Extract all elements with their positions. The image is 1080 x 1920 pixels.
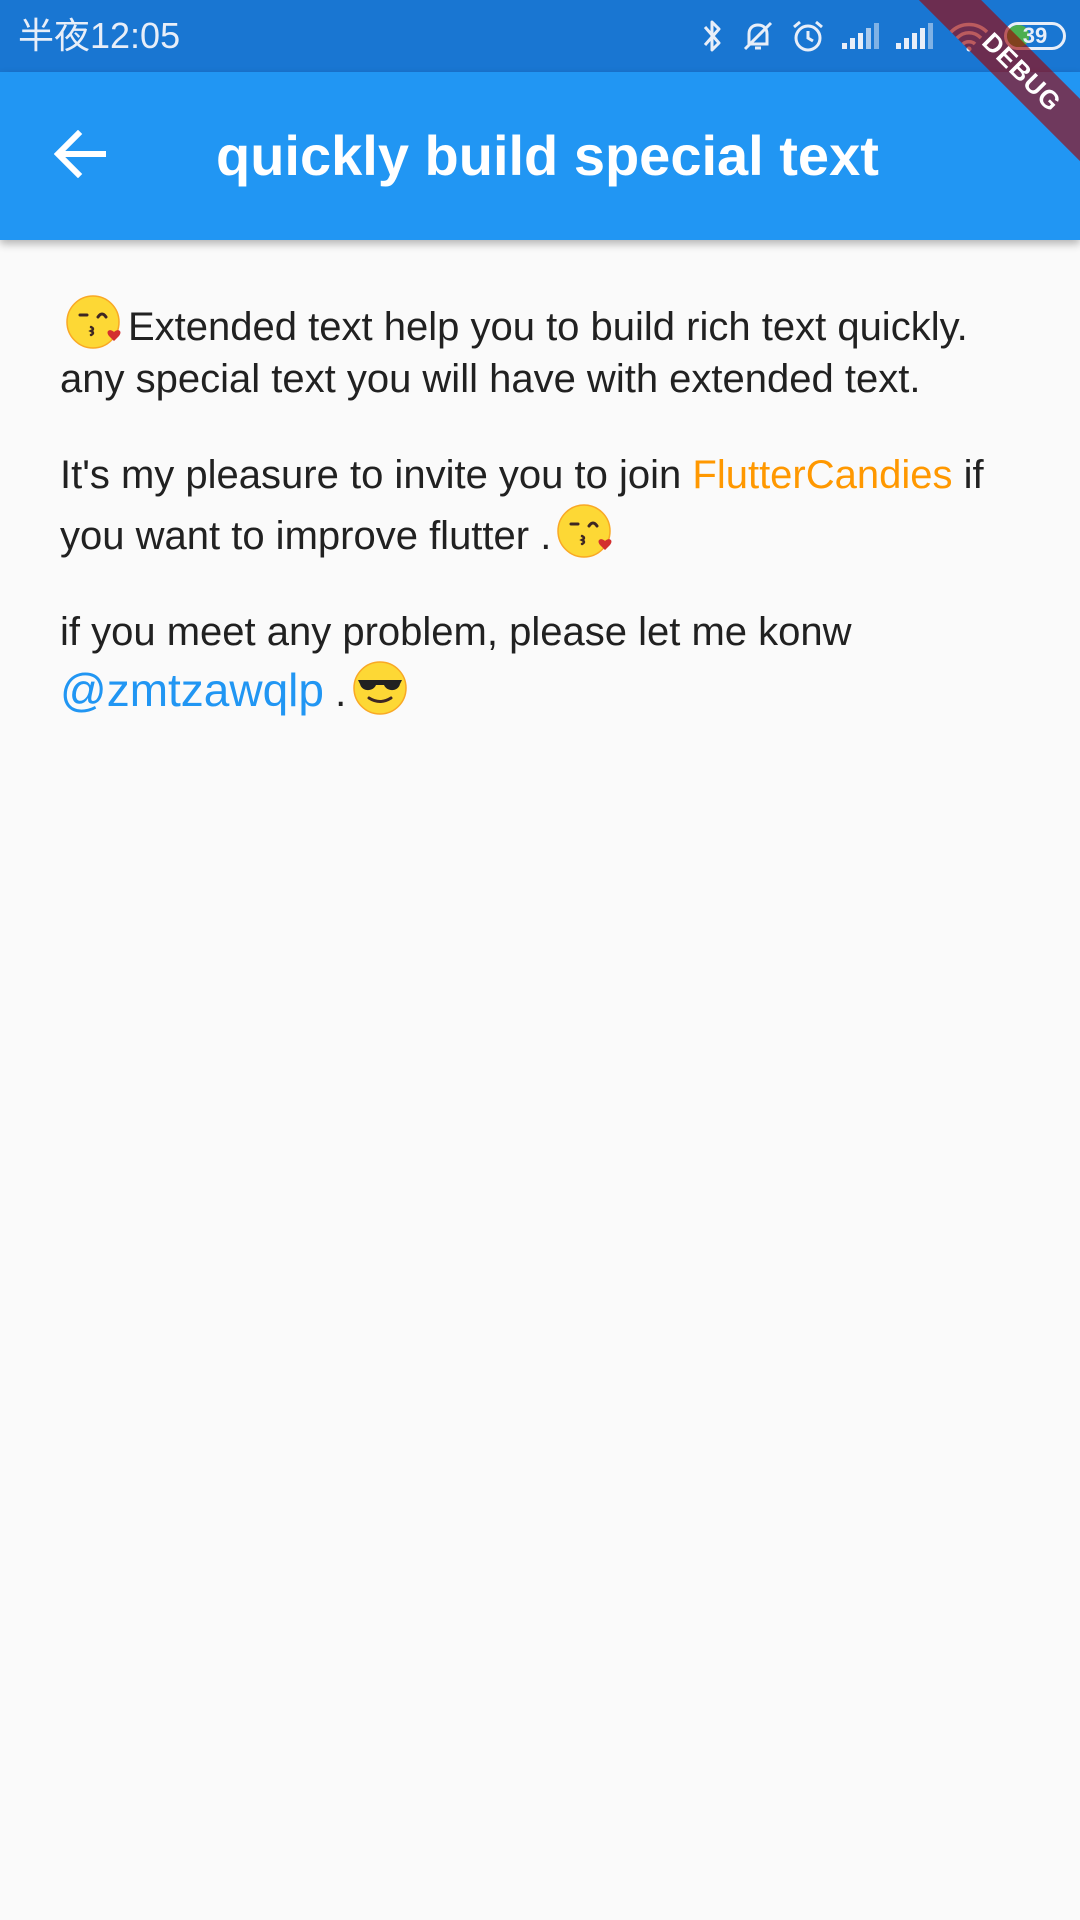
invite-text: It's my pleasure to invite you to join — [60, 453, 693, 497]
paragraph-intro: Extended text help you to build rich tex… — [60, 292, 1020, 405]
paragraph-contact: if you meet any problem, please let me k… — [60, 606, 1020, 719]
status-time: 半夜12:05 — [18, 15, 181, 56]
battery-level: 39 — [1022, 23, 1048, 48]
sunglasses-face-emoji — [350, 658, 410, 718]
paragraph-invite: It's my pleasure to invite you to join F… — [60, 449, 1020, 562]
intro-text: Extended text help you to build rich tex… — [60, 305, 968, 401]
bluetooth-icon — [700, 18, 726, 54]
wifi-icon — [948, 20, 990, 52]
contact-text: if you meet any problem, please let me k… — [60, 610, 852, 654]
status-icons: 39 — [700, 16, 1066, 56]
arrow-back-icon — [53, 129, 107, 183]
app-bar: quickly build special text — [0, 72, 1080, 240]
battery-indicator: 39 — [1004, 22, 1066, 50]
signal-icon — [894, 21, 934, 51]
page-title: quickly build special text — [216, 124, 879, 187]
status-bar: 半夜12:05 39 — [0, 0, 1080, 72]
back-button[interactable] — [40, 116, 120, 196]
alarm-icon — [790, 18, 826, 54]
fluttercandies-link[interactable]: FlutterCandies — [692, 453, 952, 497]
kissing-face-emoji — [64, 292, 124, 352]
kissing-face-emoji — [555, 501, 615, 561]
bell-off-icon — [740, 18, 776, 54]
rich-text-content: Extended text help you to build rich tex… — [60, 292, 1020, 763]
signal-icon — [840, 21, 880, 51]
mention-link[interactable]: @zmtzawqlp — [60, 664, 324, 716]
contact-text-end: . — [323, 671, 347, 715]
